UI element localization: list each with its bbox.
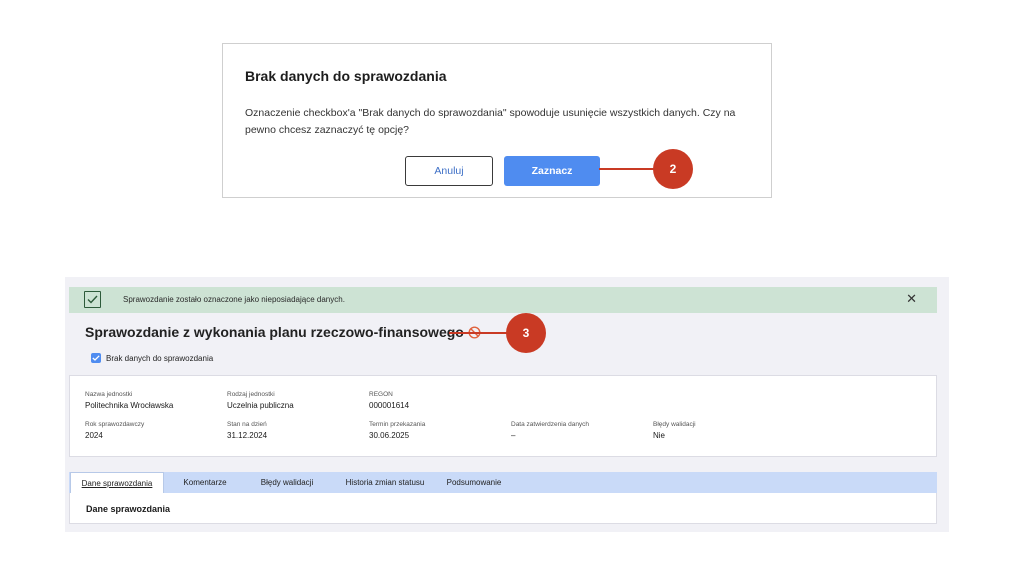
- field-as-of: Stan na dzień 31.12.2024: [227, 421, 267, 440]
- field-label: Rodzaj jednostki: [227, 391, 275, 398]
- field-unit-name: Nazwa jednostki Politechnika Wrocławska: [85, 391, 173, 410]
- tab-validation-errors[interactable]: Błędy walidacji: [245, 472, 329, 493]
- callout-badge-2: 2: [653, 149, 693, 189]
- field-label: Stan na dzień: [227, 421, 267, 428]
- field-value: 000001614: [369, 401, 410, 410]
- field-regon: REGON 000001614: [369, 391, 409, 410]
- field-approval-date: Data zatwierdzenia danych –: [511, 421, 589, 440]
- field-year: Rok sprawozdawczy 2024: [85, 421, 144, 440]
- success-alert: Sprawozdanie zostało oznaczone jako niep…: [69, 287, 937, 313]
- no-data-checkbox[interactable]: [91, 353, 101, 363]
- callout-line-2: [599, 168, 655, 170]
- alert-text: Sprawozdanie zostało oznaczone jako niep…: [123, 295, 345, 304]
- field-label: Nazwa jednostki: [85, 391, 133, 398]
- tab-content: Dane sprawozdania: [69, 493, 937, 524]
- tab-content-title: Dane sprawozdania: [86, 504, 171, 514]
- field-value: Nie: [653, 431, 666, 440]
- field-value: Politechnika Wrocławska: [85, 401, 174, 410]
- info-card: Nazwa jednostki Politechnika Wrocławska …: [69, 375, 937, 457]
- field-value: –: [511, 431, 516, 440]
- ban-icon: [468, 326, 481, 342]
- report-panel: Sprawozdanie zostało oznaczone jako niep…: [65, 277, 949, 532]
- dialog-title: Brak danych do sprawozdania: [245, 68, 447, 84]
- tab-bar: Dane sprawozdania Komentarze Błędy walid…: [69, 472, 937, 493]
- field-label: REGON: [369, 391, 393, 398]
- callout-line-3: [449, 332, 509, 334]
- field-unit-type: Rodzaj jednostki Uczelnia publiczna: [227, 391, 294, 410]
- page-title: Sprawozdanie z wykonania planu rzeczowo-…: [85, 324, 481, 342]
- field-validation-errors: Błędy walidacji Nie: [653, 421, 696, 440]
- field-value: 31.12.2024: [227, 431, 268, 440]
- field-value: 30.06.2025: [369, 431, 410, 440]
- field-label: Data zatwierdzenia danych: [511, 421, 590, 428]
- check-icon: [84, 291, 101, 308]
- confirm-button[interactable]: Zaznacz: [504, 156, 600, 186]
- callout-badge-3: 3: [506, 313, 546, 353]
- field-deadline: Termin przekazania 30.06.2025: [369, 421, 425, 440]
- field-label: Termin przekazania: [369, 421, 426, 428]
- field-value: Uczelnia publiczna: [227, 401, 294, 410]
- close-icon[interactable]: ✕: [906, 292, 917, 306]
- tab-report-data[interactable]: Dane sprawozdania: [70, 472, 164, 493]
- tab-comments[interactable]: Komentarze: [169, 472, 241, 493]
- field-label: Rok sprawozdawczy: [85, 421, 145, 428]
- page-title-text: Sprawozdanie z wykonania planu rzeczowo-…: [85, 324, 464, 340]
- tab-status-history[interactable]: Historia zmian statusu: [329, 472, 441, 493]
- dialog-message: Oznaczenie checkbox'a "Brak danych do sp…: [245, 107, 736, 136]
- cancel-button[interactable]: Anuluj: [405, 156, 493, 186]
- tab-summary[interactable]: Podsumowanie: [433, 472, 515, 493]
- field-label: Błędy walidacji: [653, 421, 696, 428]
- no-data-checkbox-label: Brak danych do sprawozdania: [106, 353, 214, 363]
- field-value: 2024: [85, 431, 103, 440]
- no-data-checkbox-row[interactable]: Brak danych do sprawozdania: [91, 353, 213, 363]
